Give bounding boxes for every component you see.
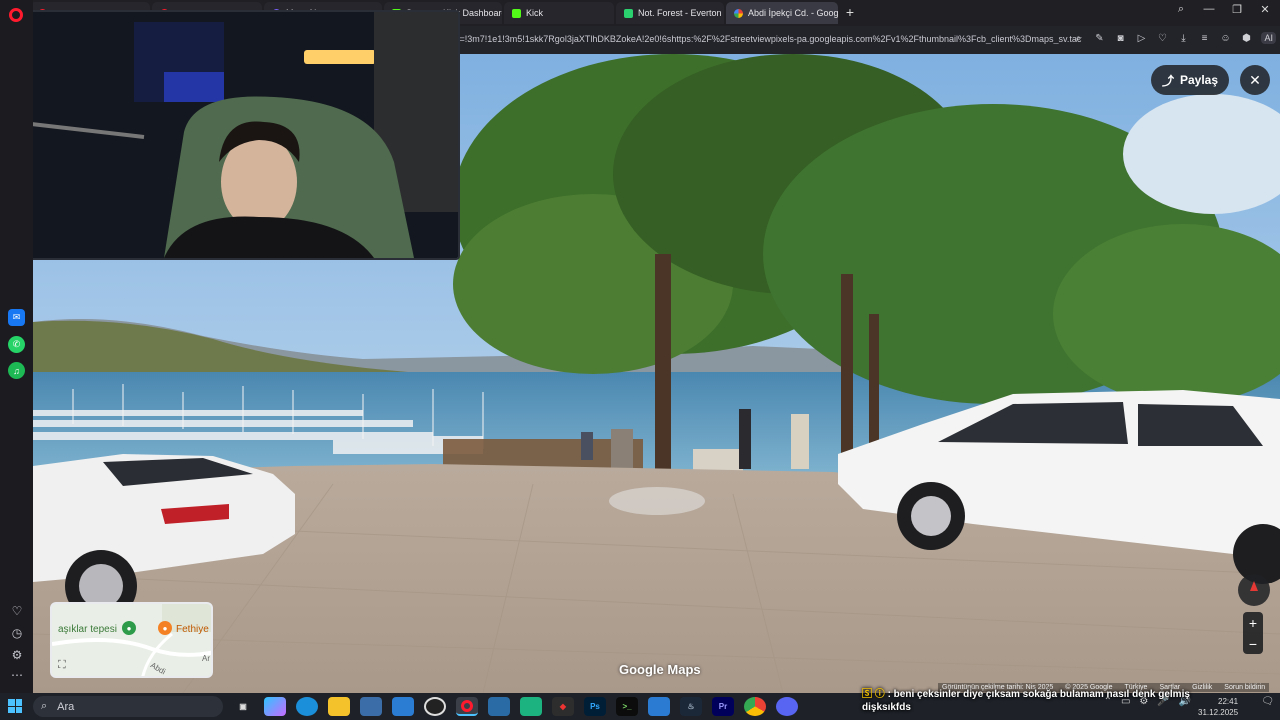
tab-iddaa[interactable]: Not. Forest - Everton | İdd bbox=[616, 2, 724, 24]
messenger-icon[interactable]: ✉ bbox=[8, 309, 25, 326]
photoshop-icon[interactable]: Ps bbox=[584, 697, 606, 716]
heart-icon[interactable]: ♡ bbox=[1156, 33, 1168, 44]
obs-icon[interactable] bbox=[424, 697, 446, 716]
webcam-image bbox=[14, 12, 458, 258]
heart-sidebar-icon[interactable]: ♡ bbox=[9, 604, 25, 618]
play-icon[interactable]: ▷ bbox=[1135, 33, 1147, 44]
spotify-icon[interactable]: ♫ bbox=[8, 362, 25, 379]
chat-text: : beni çeksinler diye çıksam sokağa bula… bbox=[862, 689, 1190, 713]
opera-logo-icon[interactable] bbox=[9, 8, 23, 22]
premiere-icon[interactable]: Pr bbox=[712, 697, 734, 716]
iddaa-favicon-icon bbox=[624, 8, 633, 18]
search-placeholder: Ara bbox=[57, 700, 75, 713]
tab-google-maps[interactable]: Abdi İpekçi Cd. - Google bbox=[726, 2, 838, 24]
kick-favicon-icon bbox=[512, 8, 521, 18]
camera-icon[interactable]: ◙ bbox=[1114, 33, 1126, 44]
minimap-place-label: aşıklar tepesi bbox=[58, 624, 117, 635]
taskbar-clock[interactable]: 22:41 31.12.2025 bbox=[1198, 696, 1238, 718]
url-field[interactable]: ta=!3m7!1e1!3m5!1skk7Rgol3jaXTlhDKBZokeA… bbox=[452, 34, 1082, 44]
whatsapp-icon[interactable]: ✆ bbox=[8, 336, 25, 353]
more-icon[interactable]: ⋯ bbox=[9, 668, 25, 682]
taskbar-search[interactable]: ⌕ Ara bbox=[33, 696, 223, 717]
store-icon[interactable] bbox=[360, 697, 382, 716]
zoom-control: + − bbox=[1243, 612, 1263, 654]
opera-sidebar: ✉ ✆ ♫ ♡ ◷ ⚙ ⋯ bbox=[0, 0, 33, 693]
edge-icon[interactable] bbox=[296, 697, 318, 716]
compass-needle-icon bbox=[1250, 581, 1258, 591]
privacy-link[interactable]: Gizlilik bbox=[1192, 684, 1212, 691]
report-link[interactable]: Sorun bildirin bbox=[1224, 684, 1265, 691]
share-button[interactable]: ⤴ Paylaş bbox=[1151, 65, 1229, 95]
notification-icon[interactable]: 🗨 bbox=[1261, 696, 1274, 707]
windows-start-icon[interactable] bbox=[8, 699, 22, 713]
mail-icon[interactable] bbox=[392, 697, 414, 716]
close-streetview-button[interactable]: ✕ bbox=[1240, 65, 1270, 95]
profile-icon[interactable]: ☺ bbox=[1219, 33, 1231, 44]
share-icon: ⤴ bbox=[1161, 73, 1174, 88]
app-green-icon[interactable] bbox=[520, 697, 542, 716]
minimap-road-label: Ar bbox=[202, 654, 210, 663]
address-bar-actions: ⌕ ✎ ◙ ▷ ♡ ⤓ ≡ ☺ ⬢ AI bbox=[1072, 32, 1276, 44]
map-pin-icon: ● bbox=[158, 621, 172, 635]
chrome-icon[interactable] bbox=[744, 697, 766, 716]
webcam-overlay bbox=[14, 12, 458, 258]
tab-kick[interactable]: Kick bbox=[504, 2, 614, 24]
close-window-icon[interactable]: ✕ bbox=[1258, 3, 1272, 16]
expand-icon[interactable]: ⛶ bbox=[58, 659, 66, 672]
minimap-place-label: Fethiye bbox=[176, 624, 209, 635]
tab-search-icon[interactable]: ⌕ bbox=[1174, 3, 1188, 16]
discord-icon[interactable] bbox=[776, 697, 798, 716]
app-red-icon[interactable]: ◆ bbox=[552, 697, 574, 716]
terminal-icon[interactable]: >_ bbox=[616, 697, 638, 716]
ai-button[interactable]: AI bbox=[1261, 32, 1276, 44]
download-icon[interactable]: ⤓ bbox=[1177, 33, 1189, 44]
app-monitor-icon[interactable] bbox=[648, 697, 670, 716]
steam-icon[interactable]: ♨ bbox=[680, 697, 702, 716]
zoom-icon[interactable]: ⌕ bbox=[1072, 33, 1084, 44]
settings-gear-icon[interactable]: ⚙ bbox=[9, 648, 25, 662]
stream-chat-message: 🅂 ⓘ : beni çeksinler diye çıksam sokağa … bbox=[862, 688, 1192, 714]
google-maps-favicon-icon bbox=[734, 8, 743, 18]
taskbar-apps: ▣ ◆ Ps >_ ♨ Pr bbox=[232, 697, 798, 716]
chat-badges: 🅂 ⓘ bbox=[862, 689, 885, 700]
edit-icon[interactable]: ✎ bbox=[1093, 33, 1105, 44]
google-maps-logo: Google Maps bbox=[619, 662, 701, 677]
zoom-out-button[interactable]: − bbox=[1249, 636, 1257, 652]
file-explorer-icon[interactable] bbox=[328, 697, 350, 716]
menu-icon[interactable]: ≡ bbox=[1198, 33, 1210, 44]
task-view-icon[interactable]: ▣ bbox=[232, 697, 254, 716]
minimize-icon[interactable]: — bbox=[1202, 3, 1216, 16]
minimap[interactable]: aşıklar tepesi ● ● Fethiye Abdi Ar ⛶ bbox=[50, 602, 213, 678]
maximize-icon[interactable]: ❐ bbox=[1230, 3, 1244, 16]
copilot-icon[interactable] bbox=[264, 697, 286, 716]
map-pin-icon: ● bbox=[122, 621, 136, 635]
compass-button[interactable] bbox=[1238, 574, 1270, 606]
opera-icon[interactable] bbox=[456, 697, 478, 716]
screen: Meta AI Stream - Kick Dashboard Kick Not… bbox=[0, 0, 1280, 720]
zoom-in-button[interactable]: + bbox=[1249, 615, 1257, 631]
settings-icon[interactable] bbox=[488, 697, 510, 716]
new-tab-button[interactable]: + bbox=[840, 2, 860, 22]
search-icon: ⌕ bbox=[41, 700, 48, 712]
extensions-icon[interactable]: ⬢ bbox=[1240, 33, 1252, 44]
window-controls: ⌕ — ❐ ✕ bbox=[1174, 3, 1272, 16]
minimap-roads bbox=[52, 604, 211, 676]
history-icon[interactable]: ◷ bbox=[9, 626, 25, 640]
